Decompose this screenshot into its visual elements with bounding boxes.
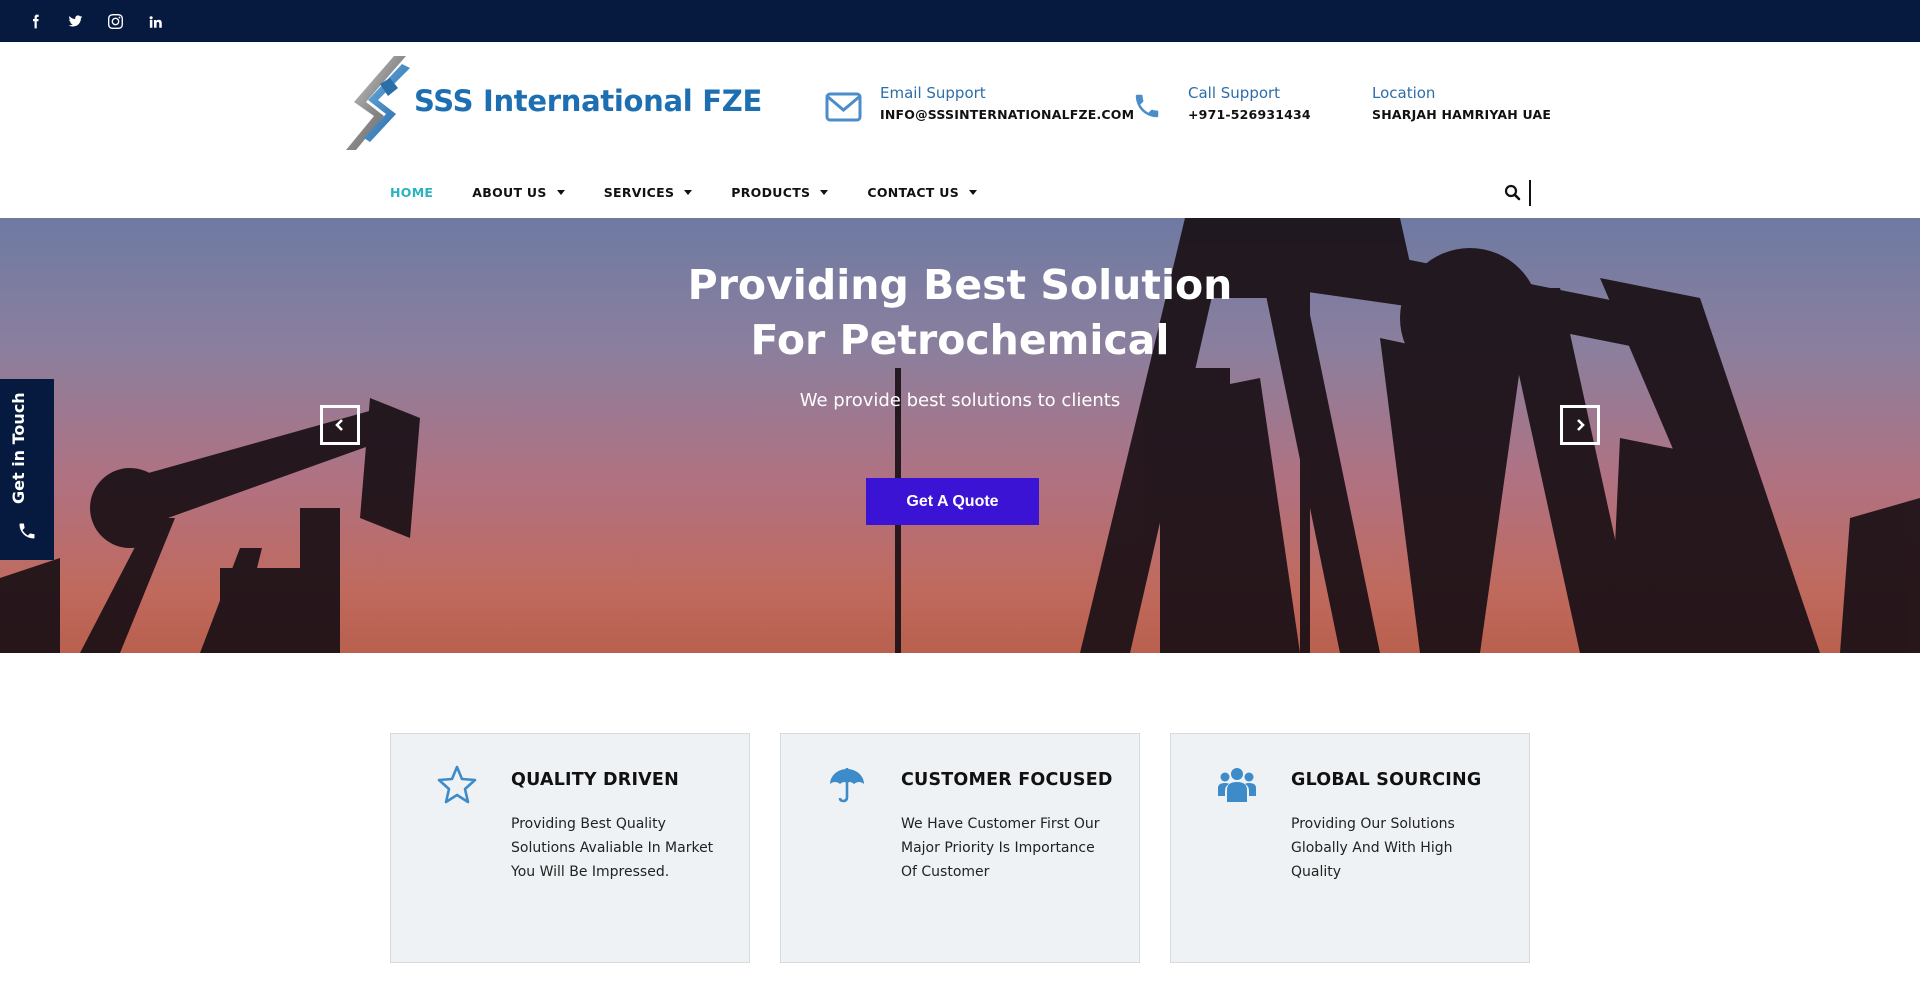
caret-down-icon (969, 189, 978, 195)
top-bar (0, 0, 1920, 42)
brand-name: SSS International FZE (414, 84, 762, 118)
nav-item-label: HOME (390, 184, 434, 200)
main-nav: HOME ABOUT US SERVICES PRODUCTS CONTACT … (390, 180, 1016, 204)
nav-item-services[interactable]: SERVICES (604, 185, 693, 200)
feature-text: Providing Best Quality Solutions Avaliab… (511, 816, 714, 880)
location-value: SHARJAH HAMRIYAH UAE (1372, 107, 1552, 122)
slider-prev-button[interactable] (320, 405, 360, 445)
nav-item-label: CONTACT US (867, 184, 960, 200)
star-icon (437, 765, 477, 804)
feature-card-quality-driven: QUALITY DRIVEN Providing Best Quality So… (390, 733, 750, 963)
feature-card-customer-focused: CUSTOMER FOCUSED We Have Customer First … (780, 733, 1140, 963)
logo-mark-icon (346, 56, 410, 150)
email-support-label: Email Support (880, 84, 986, 102)
feature-card-global-sourcing: GLOBAL SOURCING Providing Our Solutions … (1170, 733, 1530, 963)
users-icon (1218, 768, 1256, 802)
feature-title: GLOBAL SOURCING (1291, 770, 1482, 790)
phone-icon (1135, 94, 1159, 118)
facebook-icon[interactable] (15, 0, 55, 42)
phone-number[interactable]: +971-526931434 (1188, 107, 1311, 122)
chevron-right-icon (1577, 419, 1585, 431)
slider-next-button[interactable] (1560, 405, 1600, 445)
search-divider (1529, 180, 1531, 206)
caret-down-icon (556, 189, 565, 195)
instagram-icon[interactable] (95, 0, 135, 42)
get-in-touch-tab[interactable]: Get in Touch (0, 379, 54, 560)
hero-slider: Providing Best Solution For Petrochemica… (0, 218, 1920, 653)
nav-item-products[interactable]: PRODUCTS (731, 184, 829, 200)
feature-title: QUALITY DRIVEN (511, 770, 679, 790)
nav-item-label: PRODUCTS (731, 184, 811, 200)
nav-item-label: ABOUT US (472, 184, 547, 200)
nav-item-home[interactable]: HOME (390, 185, 433, 200)
search-icon[interactable] (1503, 183, 1523, 203)
nav-item-about-us[interactable]: ABOUT US (472, 184, 565, 200)
envelope-icon (825, 92, 862, 122)
chevron-left-icon (335, 419, 343, 431)
phone-icon (19, 523, 35, 539)
twitter-icon[interactable] (55, 0, 95, 42)
location-label: Location (1372, 84, 1436, 102)
location: Location SHARJAH HAMRIYAH UAE (1372, 84, 1551, 134)
call-support-label: Call Support (1188, 84, 1281, 102)
nav-item-contact-us[interactable]: CONTACT US (867, 184, 978, 200)
nav-item-label: SERVICES (603, 184, 675, 200)
caret-down-icon (684, 189, 693, 195)
linkedin-icon[interactable] (135, 0, 175, 42)
get-a-quote-button[interactable]: Get A Quote (866, 478, 1039, 525)
brand-logo[interactable]: SSS International FZE (344, 54, 762, 152)
hero-title-line-1: Providing Best Solution (687, 261, 1233, 309)
feature-title: CUSTOMER FOCUSED (901, 770, 1113, 790)
email-address[interactable]: INFO@SSSINTERNATIONALFZE.COM (880, 107, 1134, 122)
feature-text: Providing Our Solutions Globally And Wit… (1291, 816, 1455, 880)
feature-text: We Have Customer First Our Major Priorit… (901, 816, 1100, 880)
umbrella-icon (830, 768, 864, 803)
caret-down-icon (820, 189, 829, 195)
hero-title-line-2: For Petrochemical (750, 316, 1170, 364)
hero-subtitle: We provide best solutions to clients (799, 390, 1121, 411)
email-support: Email Support INFO@SSSINTERNATIONALFZE.C… (880, 84, 1134, 134)
hero-title: Providing Best Solution For Petrochemica… (660, 258, 1260, 368)
call-support: Call Support +971-526931434 (1188, 84, 1311, 134)
get-in-touch-label: Get in Touch (9, 392, 28, 504)
